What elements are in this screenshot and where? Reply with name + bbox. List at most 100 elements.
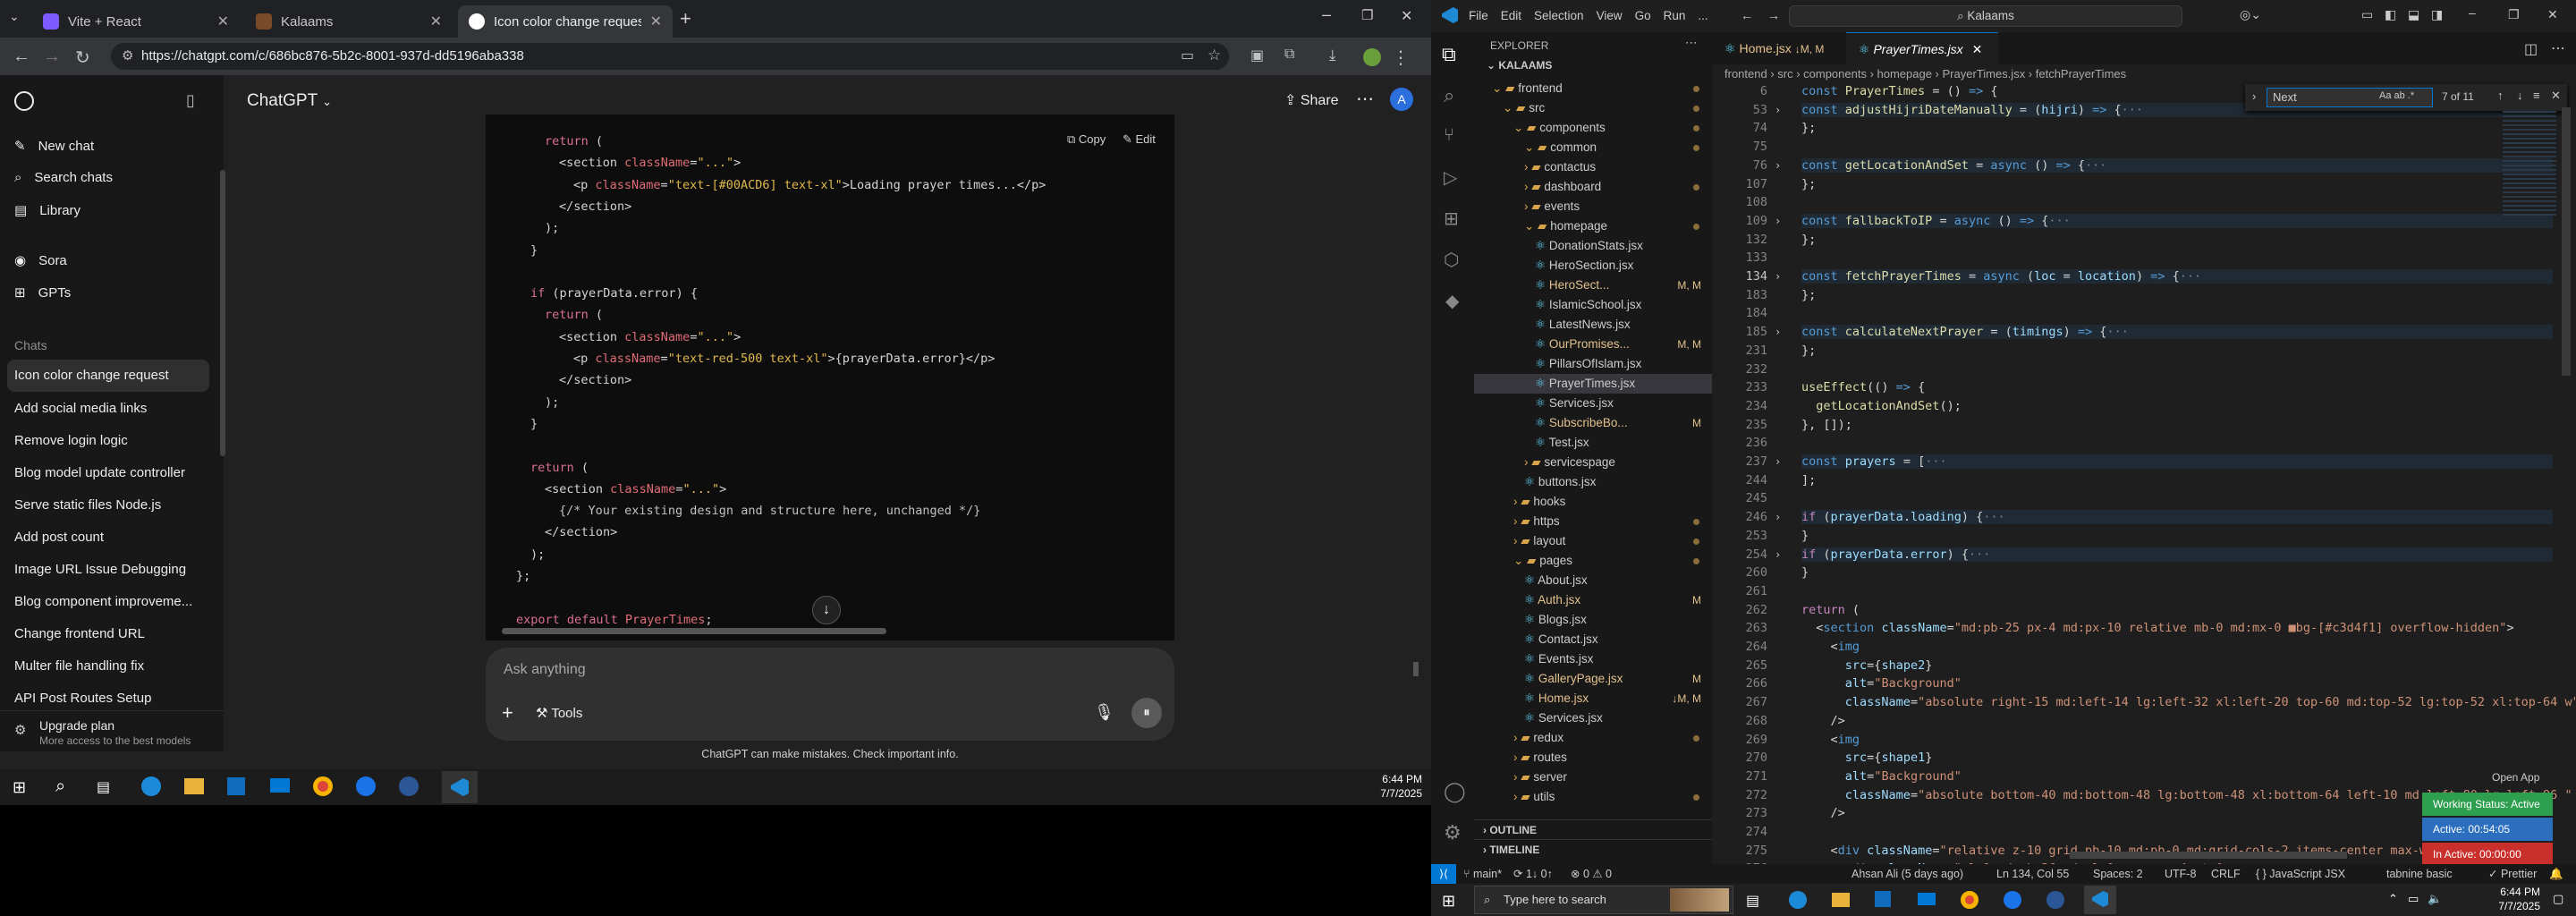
more-options-icon[interactable]: ⋯ [1356, 88, 1374, 110]
forward-icon[interactable]: → [1767, 8, 1780, 22]
mail-icon[interactable] [1918, 893, 1936, 905]
new-chat-item[interactable]: ✎ New chat [14, 138, 94, 154]
remote-icon[interactable]: ⬡ [1444, 249, 1459, 271]
tree-item[interactable]: ⌄ ▰ common [1474, 138, 1712, 157]
chat-history-item[interactable]: Blog component improveme... [14, 594, 192, 609]
tools-button[interactable]: ⚒ Tools [536, 705, 582, 721]
chat-history-item[interactable]: Serve static files Node.js [14, 497, 161, 513]
prompt-input[interactable]: Ask anything [504, 662, 586, 678]
tray-chevron-icon[interactable]: ⌃ [2388, 892, 2398, 906]
tree-item[interactable]: › ▰ servicespage [1474, 453, 1712, 472]
tree-item[interactable]: › ▰ redux [1474, 728, 1712, 748]
maximize-icon[interactable]: ❐ [1361, 7, 1373, 23]
tab-chatgpt[interactable]: Icon color change request ✕ [458, 5, 673, 38]
breadcrumb[interactable]: frontend › src › components › homepage ›… [1712, 64, 2576, 84]
tree-item[interactable]: › ▰ layout [1474, 531, 1712, 551]
app-icon[interactable] [399, 776, 419, 796]
chat-history-item[interactable]: Add social media links [14, 401, 147, 416]
extensions-puzzle-icon[interactable]: ⧉ [1284, 47, 1294, 63]
split-editor-icon[interactable]: ◫ [2524, 40, 2538, 58]
tree-item[interactable]: ⚛ Test.jsx [1474, 433, 1712, 453]
microphone-icon[interactable]: 🎙 [1094, 703, 1114, 722]
clock-time[interactable]: 6:44 PM [1368, 773, 1422, 785]
tab-home-jsx[interactable]: ⚛ Home.jsx ↓M, M [1712, 32, 1846, 64]
prettier-item[interactable]: ✓ Prettier [2488, 864, 2537, 884]
main-scrollbar[interactable] [1413, 662, 1419, 676]
close-icon[interactable]: ✕ [430, 13, 442, 30]
toggle-panel-icon[interactable]: ⬓ [2408, 7, 2419, 22]
timeline-section[interactable]: › TIMELINE [1474, 839, 1712, 859]
tab-vite[interactable]: Vite + React ✕ [32, 5, 240, 38]
scroll-down-icon[interactable]: ↓ [812, 596, 841, 624]
tree-item[interactable]: ⚛ PrayerTimes.jsx [1474, 374, 1712, 394]
toggle-secondary-icon[interactable]: ◨ [2431, 7, 2443, 22]
language-mode[interactable]: { } JavaScript JSX [2256, 864, 2345, 884]
menu-item[interactable]: Edit [1501, 9, 1521, 22]
vscode-taskbar-icon[interactable] [2084, 886, 2116, 914]
menu-item[interactable]: Go [1635, 9, 1651, 22]
chat-history-item[interactable]: API Post Routes Setup [14, 691, 151, 706]
tree-item[interactable]: ⌄ ▰ src [1474, 98, 1712, 118]
tabnine-icon[interactable]: ◆ [1445, 290, 1459, 312]
forward-icon[interactable]: → [43, 47, 61, 67]
minimize-icon[interactable]: – [2469, 5, 2476, 20]
window-close-icon[interactable]: ✕ [1401, 7, 1412, 25]
fold-chevron-icon[interactable]: › [1775, 104, 1781, 116]
cursor-position[interactable]: Ln 134, Col 55 [1996, 864, 2069, 884]
next-match-icon[interactable]: ↓ [2517, 89, 2523, 102]
extension-icon[interactable]: ▣ [1250, 47, 1264, 64]
menu-item[interactable]: File [1469, 9, 1488, 22]
taskbar-search-box[interactable]: ⌕ Type here to search [1474, 886, 1733, 914]
sora-item[interactable]: ◉ Sora [14, 252, 67, 268]
extensions-icon[interactable]: ⊞ [1444, 208, 1459, 230]
tree-item[interactable]: ⚛ Contact.jsx [1474, 630, 1712, 649]
chrome-icon[interactable] [313, 776, 333, 796]
indentation-item[interactable]: Spaces: 2 [2093, 864, 2143, 884]
close-icon[interactable]: ✕ [2547, 7, 2558, 22]
store-icon[interactable] [227, 777, 245, 795]
fold-chevron-icon[interactable]: › [1775, 215, 1781, 227]
edit-button[interactable]: ✎ Edit [1123, 132, 1156, 147]
find-in-selection-icon[interactable]: ≡ [2533, 89, 2540, 102]
windows-start-icon[interactable]: ⊞ [1442, 892, 1455, 911]
explorer-icon[interactable]: ⧉ [1442, 43, 1456, 66]
notifications-icon[interactable]: 🔔 [2549, 864, 2563, 884]
app-icon[interactable] [2046, 891, 2064, 909]
menu-item[interactable]: Run [1664, 9, 1686, 22]
editor-more-icon[interactable]: ⋯ [2551, 39, 2565, 57]
reload-icon[interactable]: ↻ [75, 47, 90, 69]
search-icon[interactable]: ⌕ [55, 776, 65, 797]
chat-history-item[interactable]: Remove login logic [14, 433, 128, 448]
tree-item[interactable]: ⚛ Blogs.jsx [1474, 610, 1712, 630]
chat-history-item[interactable]: Add post count [14, 530, 104, 545]
chat-history-item[interactable]: Change frontend URL [14, 626, 145, 641]
chevron-right-icon[interactable]: › [2252, 89, 2256, 103]
tree-item[interactable]: › ▰ events [1474, 197, 1712, 216]
tab-kalaams[interactable]: Kalaams ✕ [245, 5, 453, 38]
settings-gear-icon[interactable]: ⚙ [1444, 821, 1462, 844]
search-icon[interactable]: ⌕ [1444, 84, 1454, 107]
tree-item[interactable]: ⚛ Auth.jsx M [1474, 590, 1712, 610]
git-blame-item[interactable]: Ahsan Ali (5 days ago) [1852, 864, 1963, 884]
run-debug-icon[interactable]: ▷ [1444, 166, 1457, 189]
tree-item[interactable]: ⌄ ▰ frontend [1474, 79, 1712, 98]
find-options-icon[interactable]: Aa ab .* [2379, 90, 2414, 101]
tree-item[interactable]: ⚛ Services.jsx [1474, 708, 1712, 728]
close-icon[interactable]: ✕ [217, 13, 229, 30]
chrome-menu-icon[interactable]: ⋮ [1392, 47, 1410, 69]
model-selector[interactable]: ChatGPT ⌄ [247, 91, 332, 111]
tree-item[interactable]: ⚛ HeroSect... M, M [1474, 276, 1712, 295]
clock-time[interactable]: 6:44 PM [2469, 886, 2540, 898]
command-center[interactable]: ⌕ Kalaams [1789, 5, 2182, 27]
tree-item[interactable]: ⚛ DonationStats.jsx [1474, 236, 1712, 256]
menu-item[interactable]: View [1597, 9, 1623, 22]
chat-history-item[interactable]: Icon color change request [7, 360, 209, 392]
sidebar-toggle-icon[interactable]: ▯ [186, 91, 195, 110]
eol-item[interactable]: CRLF [2211, 864, 2241, 884]
upgrade-plan[interactable]: ⚙ Upgrade plan More access to the best m… [0, 710, 224, 751]
toggle-sidebar-icon[interactable]: ◧ [2385, 7, 2396, 22]
open-app-link[interactable]: Open App [2492, 771, 2539, 784]
fold-chevron-icon[interactable]: › [1775, 159, 1781, 172]
notifications-icon[interactable]: ▢ [2553, 892, 2563, 906]
tree-item[interactable]: › ▰ utils [1474, 787, 1712, 807]
